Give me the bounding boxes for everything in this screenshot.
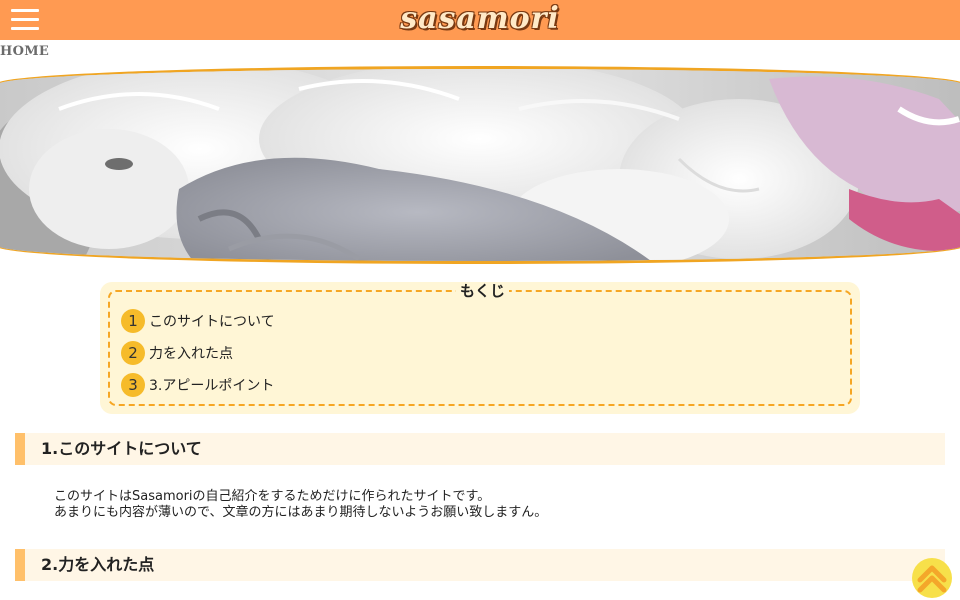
toc-number-badge: 1 — [121, 309, 145, 333]
toc-item-label: このサイトについて — [149, 314, 275, 330]
hero-image — [0, 66, 960, 264]
site-header: sasamori — [0, 0, 960, 40]
table-of-contents: もくじ 1 このサイトについて 2 力を入れた点 3 3.アピールポイント — [100, 282, 860, 414]
section-heading-focus: 2.力を入れた点 — [15, 549, 945, 581]
toc-border: もくじ 1 このサイトについて 2 力を入れた点 3 3.アピールポイント — [108, 282, 852, 406]
toc-number-badge: 3 — [121, 373, 145, 397]
section-body-about: このサイトはSasamoriの自己紹介をするためだけに作られたサイトです。 あま… — [54, 489, 914, 521]
toc-item-1[interactable]: 1 このサイトについて — [121, 308, 275, 334]
toc-title: もくじ — [456, 282, 510, 300]
section-heading-text: 1.このサイトについて — [41, 439, 202, 458]
site-logo[interactable]: sasamori — [0, 0, 960, 40]
toc-item-3[interactable]: 3 3.アピールポイント — [121, 372, 274, 398]
double-chevron-up-icon — [917, 565, 947, 593]
toc-item-label: 3.アピールポイント — [149, 378, 275, 394]
paragraph-line: あまりにも内容が薄いので、文章の方にはあまり期待しないようお願い致しますん。 — [54, 505, 548, 520]
toc-item-2[interactable]: 2 力を入れた点 — [121, 340, 233, 366]
hamburger-menu-icon[interactable] — [11, 7, 39, 31]
paragraph-line: このサイトはSasamoriの自己紹介をするためだけに作られたサイトです。 — [54, 489, 491, 504]
toc-item-label: 力を入れた点 — [149, 346, 233, 362]
back-to-top-button[interactable] — [912, 558, 952, 598]
toc-number-badge: 2 — [121, 341, 145, 365]
breadcrumb-home-link[interactable]: HOME — [0, 44, 49, 59]
section-heading-text: 2.力を入れた点 — [41, 555, 155, 574]
section-heading-about: 1.このサイトについて — [15, 433, 945, 465]
